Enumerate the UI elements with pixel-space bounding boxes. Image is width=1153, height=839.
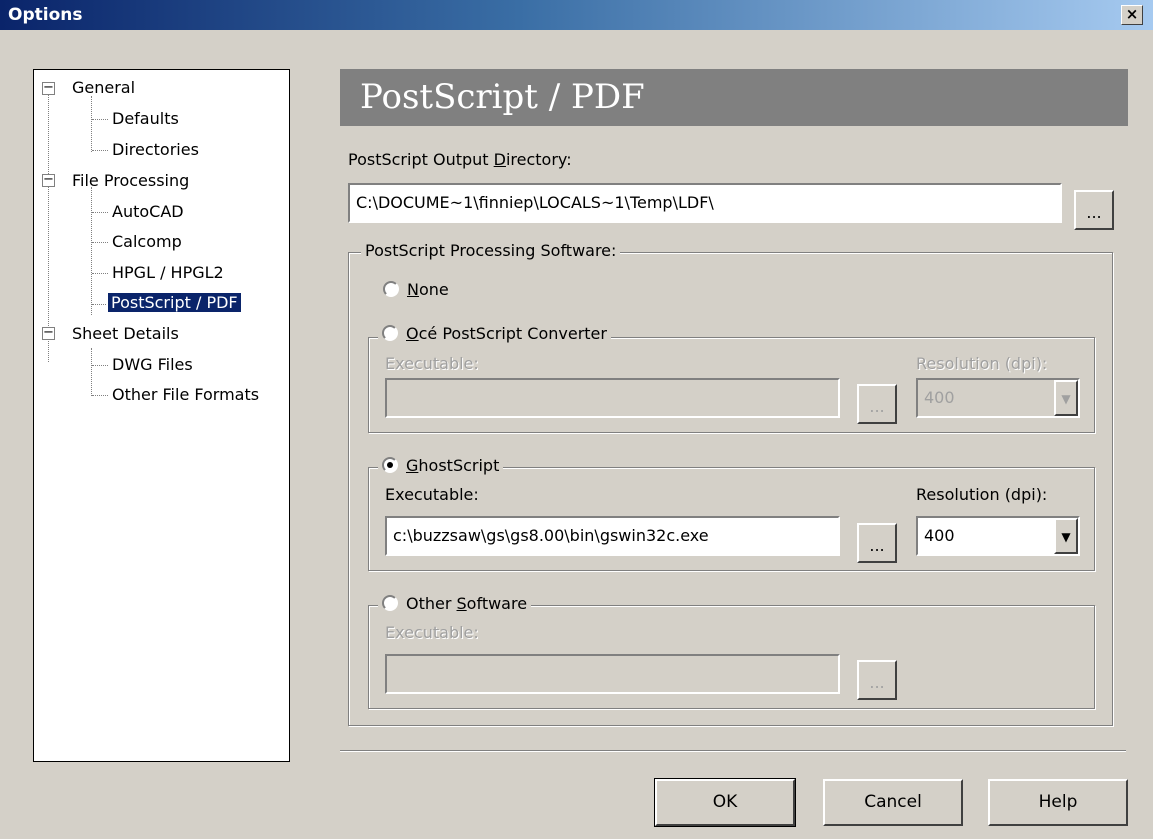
ok-button[interactable]: OK <box>654 778 796 827</box>
select-value: 400 <box>924 526 955 545</box>
accelerator-key: S <box>456 594 467 613</box>
tree-connector <box>92 304 108 305</box>
radio-none[interactable]: None <box>383 280 449 299</box>
ghostscript-resolution-select[interactable]: 400 ▼ <box>916 516 1080 556</box>
radio-oce[interactable]: Océ PostScript Converter <box>378 324 611 343</box>
radio-label: one <box>418 280 449 299</box>
options-tree[interactable]: − General Defaults Directories − File Pr… <box>33 69 290 762</box>
accelerator-key: G <box>406 456 419 475</box>
ghostscript-executable-label: Executable: <box>385 485 479 504</box>
tree-connector <box>91 187 92 315</box>
oce-browse-button: ... <box>857 384 897 424</box>
select-value: 400 <box>924 388 955 407</box>
chevron-down-icon[interactable]: ▼ <box>1054 518 1078 554</box>
ghostscript-resolution-label: Resolution (dpi): <box>916 485 1048 504</box>
radio-oce-indicator[interactable] <box>382 325 398 341</box>
tree-connector <box>92 150 108 151</box>
tree-connector <box>92 242 108 243</box>
separator <box>340 750 1126 752</box>
other-browse-button: ... <box>857 660 897 700</box>
output-directory-browse-button[interactable]: ... <box>1074 190 1114 230</box>
window-title: Options <box>8 5 83 25</box>
accelerator-key: D <box>493 150 506 169</box>
close-button[interactable]: × <box>1121 5 1143 25</box>
tree-connector <box>92 119 108 120</box>
tree-item-label: PostScript / PDF <box>107 292 242 313</box>
collapse-icon[interactable]: − <box>42 81 55 95</box>
oce-resolution-label: Resolution (dpi): <box>916 354 1048 373</box>
radio-label: Other <box>406 594 457 613</box>
other-executable-label: Executable: <box>385 623 479 642</box>
tree-connector <box>48 94 49 362</box>
accelerator-key: O <box>406 324 419 343</box>
radio-ghostscript[interactable]: GhostScript <box>378 456 504 475</box>
chevron-down-icon: ▼ <box>1054 380 1078 416</box>
radio-none-indicator[interactable] <box>383 281 399 297</box>
output-directory-label: PostScript Output Directory: <box>348 150 572 169</box>
processing-software-group-label: PostScript Processing Software: <box>361 241 621 260</box>
label-text: irectory: <box>505 150 572 169</box>
tree-connector <box>92 273 108 274</box>
tree-item-defaults[interactable]: Defaults <box>112 105 179 133</box>
title-bar: Options × <box>0 0 1153 30</box>
tree-connector <box>92 365 108 366</box>
close-icon: × <box>1125 5 1139 23</box>
oce-executable-input <box>385 378 840 418</box>
output-directory-input[interactable]: C:\DOCUME~1\finniep\LOCALS~1\Temp\LDF\ <box>348 183 1062 223</box>
tree-item-hpgl[interactable]: HPGL / HPGL2 <box>112 259 224 287</box>
oce-executable-label: Executable: <box>385 354 479 373</box>
tree-item-dwg-files[interactable]: DWG Files <box>112 351 193 379</box>
cancel-button[interactable]: Cancel <box>823 779 963 826</box>
tree-connector <box>92 212 108 213</box>
tree-item-sheet-details[interactable]: Sheet Details <box>72 320 179 348</box>
radio-label: hostScript <box>418 456 500 475</box>
tree-item-general[interactable]: General <box>72 74 135 102</box>
radio-ghostscript-indicator[interactable] <box>382 457 398 473</box>
accelerator-key: N <box>407 280 419 299</box>
tree-item-other-file-formats[interactable]: Other File Formats <box>112 381 259 409</box>
tree-item-autocad[interactable]: AutoCAD <box>112 198 184 226</box>
radio-label: cé PostScript Converter <box>418 324 607 343</box>
other-executable-input <box>385 654 840 694</box>
radio-label: oftware <box>466 594 528 613</box>
radio-other-indicator[interactable] <box>382 595 398 611</box>
tree-connector <box>92 395 108 396</box>
help-button[interactable]: Help <box>988 779 1128 826</box>
tree-item-file-processing[interactable]: File Processing <box>72 167 189 195</box>
tree-item-postscript-pdf[interactable]: PostScript / PDF <box>107 289 242 317</box>
tree-item-directories[interactable]: Directories <box>112 136 199 164</box>
label-text: PostScript Output <box>348 150 494 169</box>
page-title: PostScript / PDF <box>340 69 1128 126</box>
ghostscript-executable-input[interactable]: c:\buzzsaw\gs\gs8.00\bin\gswin32c.exe <box>385 516 840 556</box>
collapse-icon[interactable]: − <box>42 173 55 187</box>
tree-connector <box>91 348 92 396</box>
tree-item-calcomp[interactable]: Calcomp <box>112 228 182 256</box>
tree-connector <box>91 96 92 152</box>
collapse-icon[interactable]: − <box>42 326 55 340</box>
oce-resolution-select: 400 ▼ <box>916 378 1080 418</box>
radio-other-software[interactable]: Other Software <box>378 594 532 613</box>
ghostscript-browse-button[interactable]: ... <box>857 523 897 563</box>
